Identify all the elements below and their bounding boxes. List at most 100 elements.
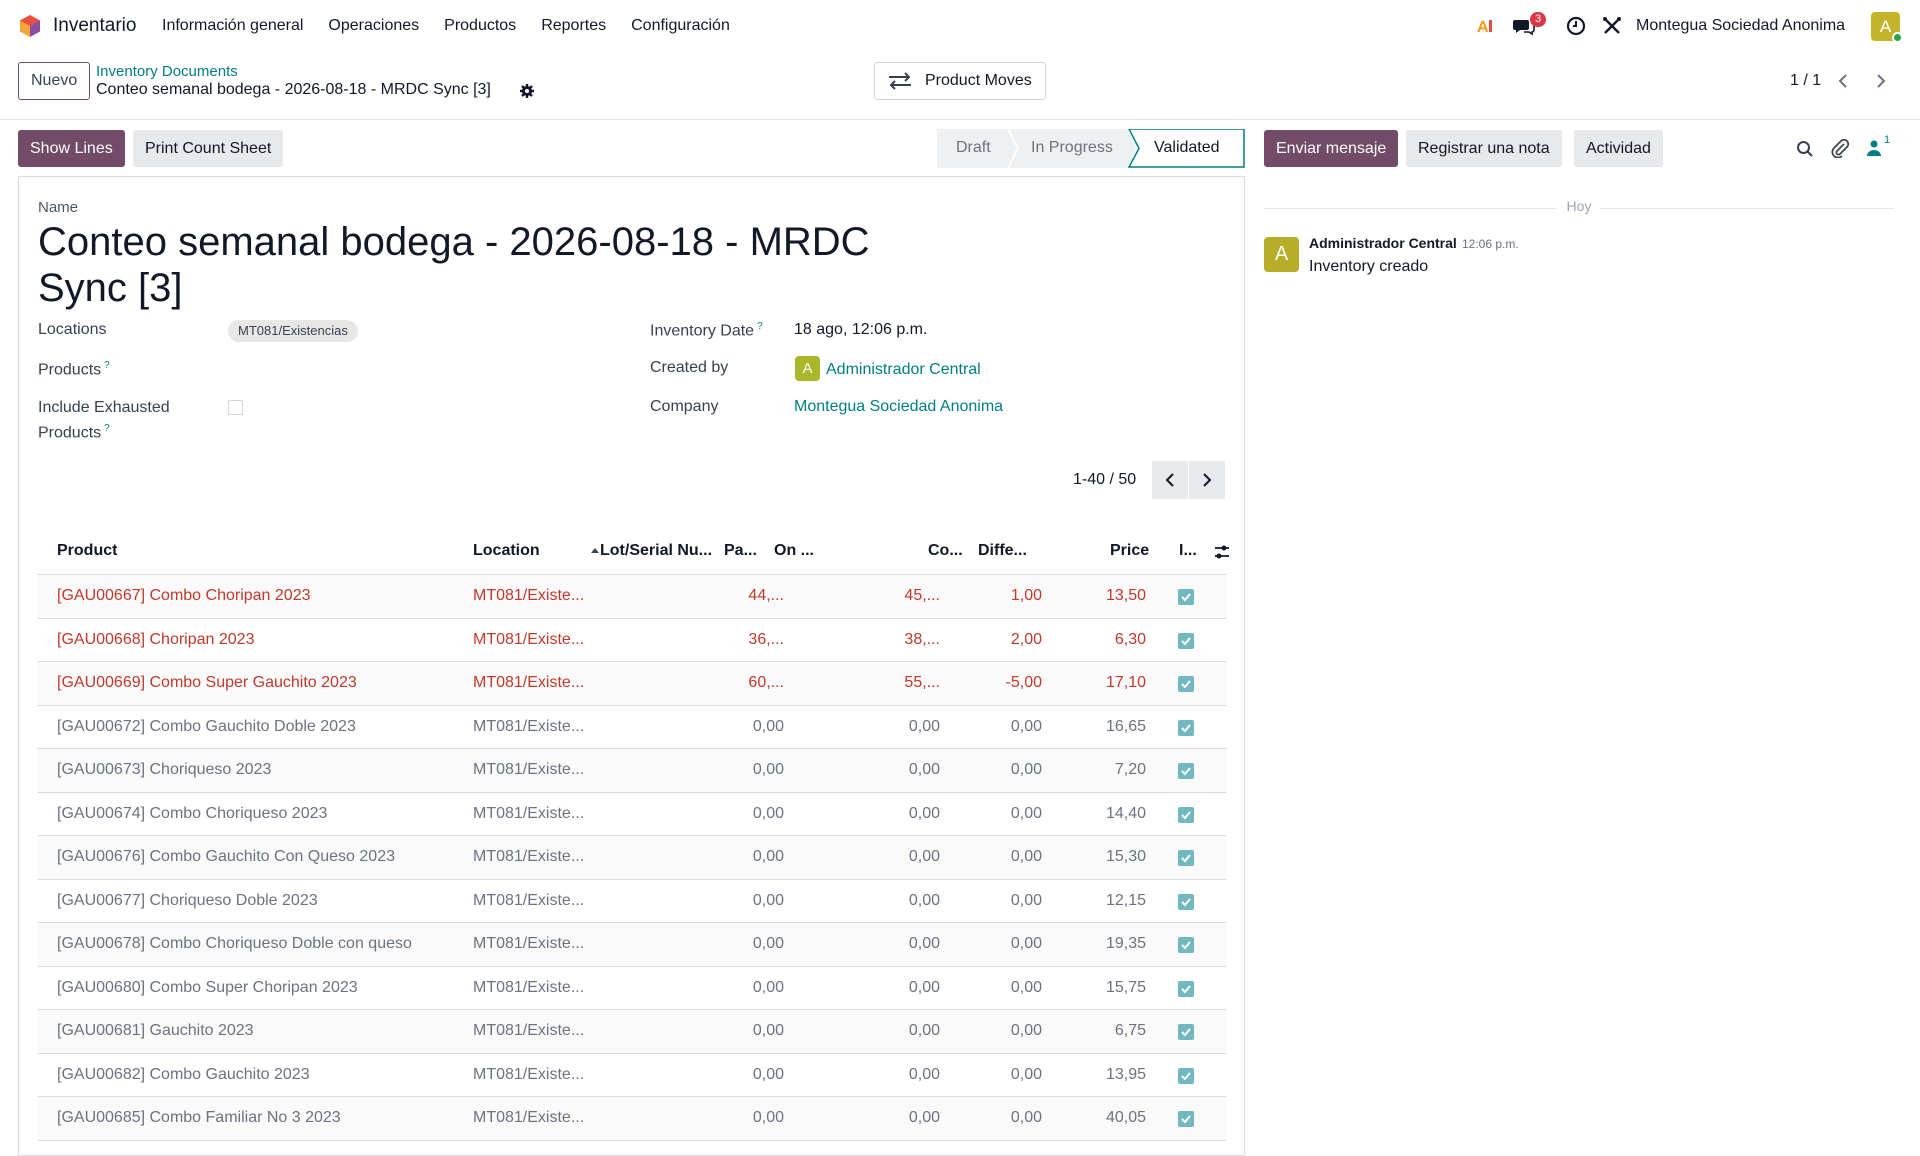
clock-icon[interactable] [1564, 14, 1588, 38]
message-author[interactable]: Administrador Central [1309, 235, 1457, 251]
activity-button[interactable]: Actividad [1574, 130, 1663, 167]
menu-item-3[interactable]: Reportes [541, 17, 606, 35]
table-row[interactable]: [GAU00682] Combo Gauchito 2023 MT081/Exis… [38, 1053, 1226, 1097]
column-on-hand[interactable]: On ... [774, 542, 814, 560]
status-draft[interactable]: Draft [956, 139, 991, 157]
table-row[interactable]: [GAU00676] Combo Gauchito Con Queso 2023… [38, 836, 1226, 880]
help-mark[interactable]: ? [104, 423, 110, 434]
paperclip-icon[interactable] [1830, 138, 1850, 158]
pager-previous-button[interactable] [1826, 64, 1860, 98]
table-row[interactable]: [GAU00678] Combo Choriqueso Doble con qu… [38, 923, 1226, 967]
followers-icon[interactable] [1866, 139, 1882, 157]
column-difference[interactable]: Diffe... [978, 542, 1027, 560]
cell-on-hand: 36,... [748, 630, 784, 648]
app-name[interactable]: Inventario [53, 15, 136, 37]
optional-columns-icon[interactable] [1213, 543, 1231, 561]
location-tag[interactable]: MT081/Existencias [228, 320, 358, 342]
included-checkbox[interactable] [1178, 676, 1194, 692]
inventory-date-value[interactable]: 18 ago, 12:06 p.m. [794, 321, 927, 339]
table-row[interactable]: [GAU00681] Gauchito 2023 MT081/Existe... 0… [38, 1010, 1226, 1054]
included-checkbox[interactable] [1178, 632, 1194, 649]
table-header: Product Location Lot/Serial Nu... Pa... … [38, 528, 1229, 575]
cell-product: [GAU00672] Combo Gauchito Doble 2023 [57, 717, 356, 735]
cell-on-hand: 0,00 [752, 1022, 784, 1039]
menu-item-2[interactable]: Productos [444, 17, 516, 35]
include-exhausted-label: Include Exhausted [38, 399, 170, 416]
included-checkbox[interactable] [1178, 850, 1194, 866]
status-validated[interactable]: Validated [1154, 139, 1220, 157]
cell-product: [GAU00669] Combo Super Gauchito 2023 [57, 674, 357, 691]
table-row[interactable]: [GAU00672] Combo Gauchito Doble 2023 MT08… [38, 705, 1226, 749]
check-icon [1181, 854, 1191, 863]
column-price[interactable]: Price [1110, 542, 1149, 560]
cell-product: [GAU00685] Combo Familiar No 3 2023 [57, 1109, 341, 1126]
help-mark[interactable]: ? [104, 360, 110, 371]
check-icon [1181, 1071, 1191, 1080]
check-icon [1181, 810, 1191, 819]
company-switcher[interactable]: Montegua Sociedad Anonima [1636, 17, 1845, 35]
help-mark[interactable]: ? [757, 321, 763, 332]
table-row[interactable]: [GAU00673] Choriqueso 2023 MT081/Existe..… [38, 749, 1226, 793]
search-icon[interactable] [1796, 140, 1814, 158]
included-checkbox[interactable] [1178, 1111, 1194, 1127]
table-row[interactable]: [GAU00669] Combo Super Gauchito 2023 MT08… [38, 662, 1226, 706]
table-row[interactable]: [GAU00667] Combo Choripan 2023 MT081/Exis… [38, 575, 1226, 619]
cell-counted: 0,00 [908, 1022, 940, 1039]
included-checkbox[interactable] [1178, 806, 1194, 823]
included-checkbox[interactable] [1178, 719, 1194, 736]
table-row[interactable]: [GAU00677] Choriqueso Doble 2023 MT081/Ex… [38, 879, 1226, 923]
list-pager[interactable]: 1-40 / 50 [1073, 471, 1136, 489]
list-previous-button[interactable] [1152, 461, 1188, 499]
send-message-button[interactable]: Enviar mensaje [1264, 130, 1399, 167]
product-moves-button[interactable]: Product Moves [874, 62, 1046, 100]
included-checkbox[interactable] [1178, 589, 1194, 605]
column-package[interactable]: Pa... [724, 542, 757, 560]
breadcrumb-parent-link[interactable]: Inventory Documents [96, 63, 238, 80]
table-row[interactable]: [GAU00674] Combo Choriqueso 2023 MT081/Ex… [38, 792, 1226, 836]
created-by-link[interactable]: Administrador Central [826, 361, 981, 379]
status-in-progress[interactable]: In Progress [1031, 139, 1113, 157]
record-pager[interactable]: 1 / 1 [1790, 72, 1821, 90]
cell-location: MT081/Existe... [473, 587, 585, 604]
column-location[interactable]: Location [473, 542, 540, 560]
log-note-button[interactable]: Registrar una nota [1406, 130, 1562, 167]
cell-location: MT081/Existe... [473, 891, 585, 909]
included-checkbox[interactable] [1178, 980, 1194, 997]
column-counted[interactable]: Co... [928, 542, 963, 560]
column-product[interactable]: Product [57, 542, 117, 560]
tools-icon[interactable] [1600, 14, 1624, 38]
column-included[interactable]: I... [1179, 542, 1197, 560]
company-link[interactable]: Montegua Sociedad Anonima [794, 398, 1003, 416]
print-count-sheet-button[interactable]: Print Count Sheet [133, 130, 284, 167]
included-checkbox[interactable] [1178, 1067, 1194, 1084]
pager-next-button[interactable] [1864, 64, 1898, 98]
included-checkbox[interactable] [1178, 893, 1194, 910]
ai-icon[interactable]: A [1474, 14, 1498, 38]
included-checkbox[interactable] [1178, 763, 1194, 779]
table-row[interactable]: [GAU00685] Combo Familiar No 3 2023 MT081… [38, 1097, 1226, 1141]
table-row[interactable]: [GAU00668] Choripan 2023 MT081/Existe... 3… [38, 618, 1226, 662]
check-icon [1181, 593, 1191, 602]
table-row[interactable]: [GAU00680] Combo Super Choripan 2023 MT08… [38, 966, 1226, 1010]
included-checkbox[interactable] [1178, 937, 1194, 953]
included-checkbox[interactable] [1178, 1024, 1194, 1040]
date-divider-right [1600, 208, 1894, 209]
include-exhausted-checkbox[interactable] [228, 400, 243, 415]
cell-location: MT081/Existe... [473, 717, 585, 735]
gear-icon[interactable] [519, 83, 535, 99]
menu-item-1[interactable]: Operaciones [328, 17, 419, 35]
inventory-app-icon[interactable] [18, 14, 42, 38]
menu-item-0[interactable]: Información general [162, 17, 303, 35]
cell-difference: 0,00 [1010, 935, 1042, 952]
chevron-left-icon [1838, 74, 1847, 88]
menu-item-4[interactable]: Configuración [631, 17, 730, 35]
message-author-avatar[interactable]: A [1264, 237, 1299, 272]
show-lines-button[interactable]: Show Lines [18, 130, 125, 167]
column-lot-serial[interactable]: Lot/Serial Nu... [600, 542, 712, 560]
new-button[interactable]: Nuevo [18, 62, 91, 100]
cell-counted: 0,00 [908, 978, 940, 996]
record-title[interactable]: Conteo semanal bodega - 2026-08-18 - MRD… [38, 219, 938, 311]
cell-counted: 0,00 [908, 1065, 940, 1083]
cell-price: 6,75 [1114, 1022, 1146, 1039]
list-next-button[interactable] [1189, 461, 1225, 499]
